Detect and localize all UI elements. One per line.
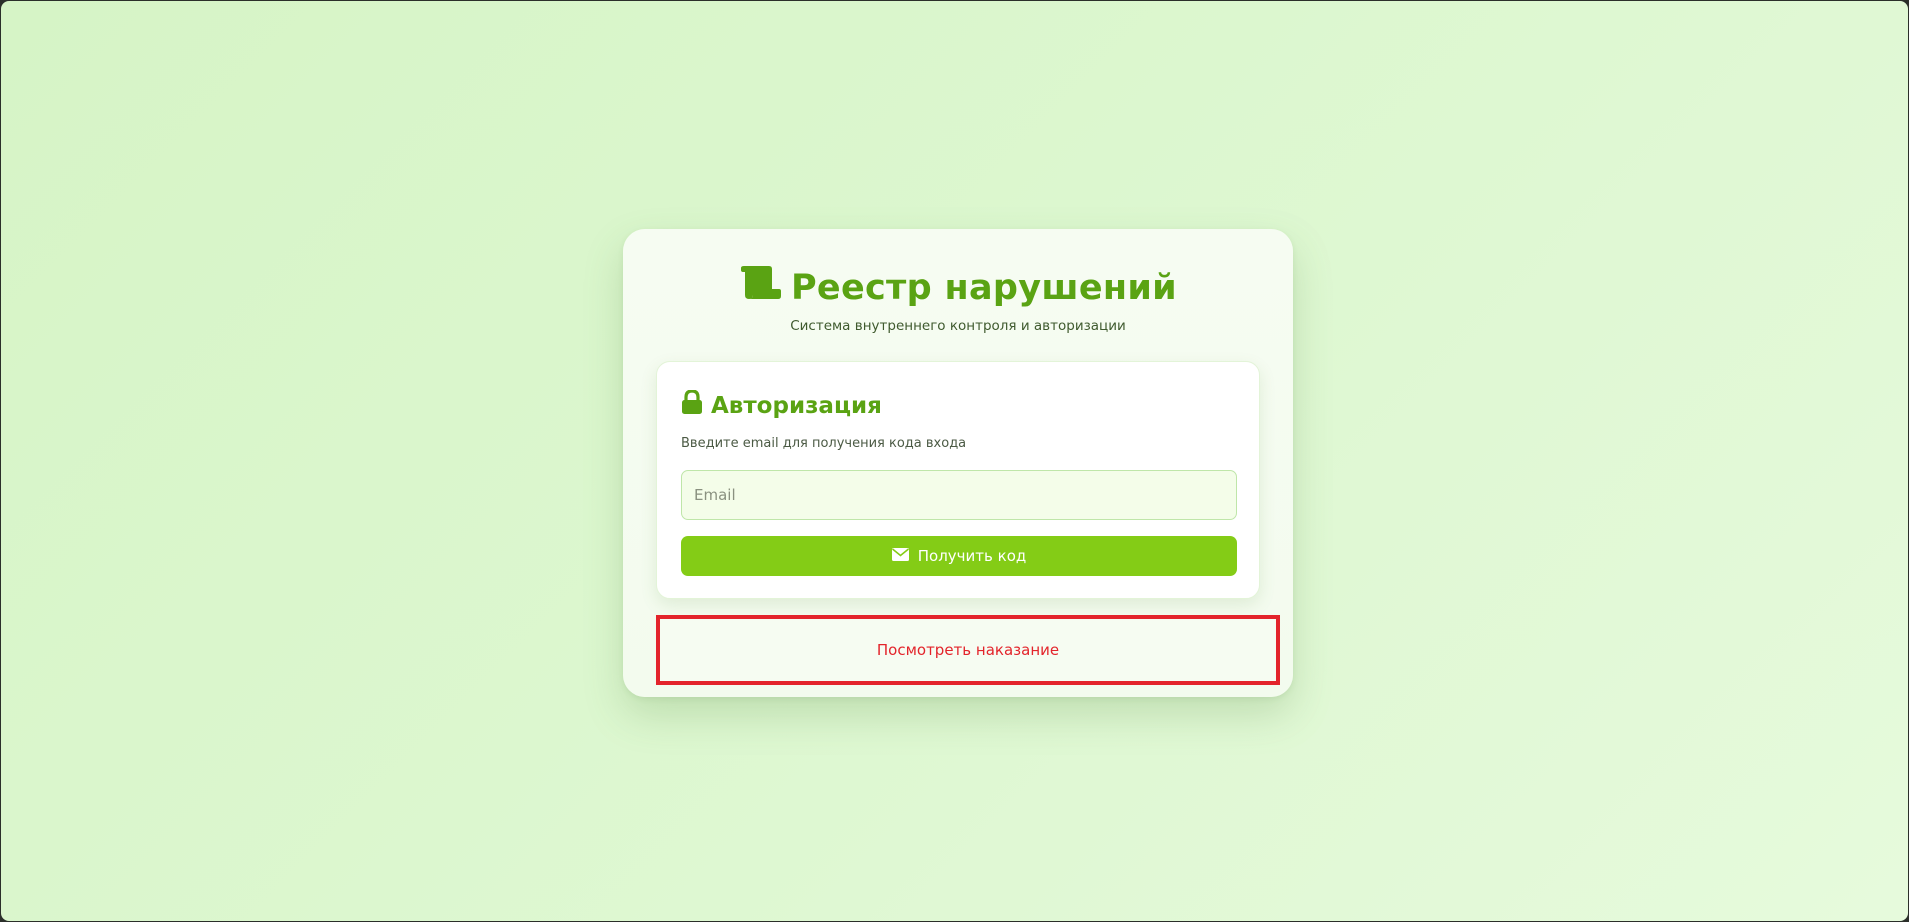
login-heading-text: Авторизация: [711, 392, 882, 419]
get-code-button[interactable]: Получить код: [681, 536, 1237, 576]
get-code-label: Получить код: [917, 547, 1027, 565]
lock-icon: [681, 389, 703, 421]
page-title: Реестр нарушений: [739, 265, 1177, 310]
email-field[interactable]: [681, 470, 1237, 520]
title-text: Реестр нарушений: [790, 267, 1177, 308]
header: Реестр нарушений Система внутреннего кон…: [623, 265, 1293, 334]
page-subtitle: Система внутреннего контроля и авторизац…: [790, 318, 1126, 334]
login-heading: Авторизация: [681, 389, 882, 421]
login-hint: Введите email для получения кода входа: [681, 436, 967, 451]
punishment-link-container[interactable]: Посмотреть наказание: [656, 615, 1280, 685]
envelope-icon: [891, 547, 909, 565]
scroll-icon: [739, 265, 783, 310]
auth-card: Реестр нарушений Система внутреннего кон…: [623, 229, 1293, 697]
view-punishment-link[interactable]: Посмотреть наказание: [877, 641, 1059, 659]
login-form: Авторизация Введите email для получения …: [656, 361, 1260, 599]
page-background: Реестр нарушений Система внутреннего кон…: [1, 1, 1908, 921]
